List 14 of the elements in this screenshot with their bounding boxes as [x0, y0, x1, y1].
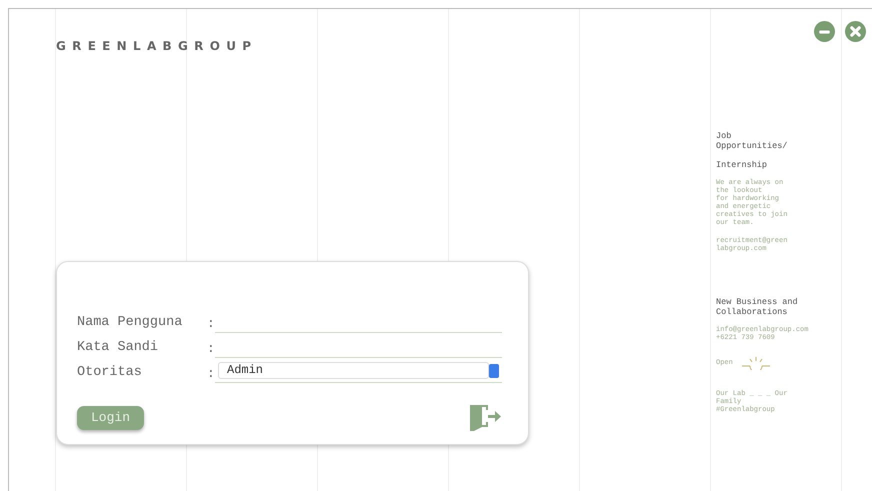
sidebar-heading: New Business and Collaborations	[716, 297, 799, 317]
colon-separator: :	[207, 314, 215, 332]
sidebar-heading: Internship	[716, 160, 768, 170]
colon-separator: :	[207, 364, 215, 382]
brand-logo: GREENLABGROUP	[56, 38, 258, 55]
field-label: Nama Pengguna	[77, 314, 184, 332]
sunrise-icon	[740, 356, 771, 370]
close-icon[interactable]	[845, 21, 866, 42]
field-label: Otoritas	[77, 364, 143, 382]
colon-separator: :	[207, 340, 215, 358]
field-label: Kata Sandi	[77, 338, 160, 357]
minimize-icon[interactable]	[814, 21, 835, 42]
sidebar-heading: Job Opportunities/	[716, 131, 788, 151]
exit-door-icon[interactable]	[468, 403, 502, 433]
